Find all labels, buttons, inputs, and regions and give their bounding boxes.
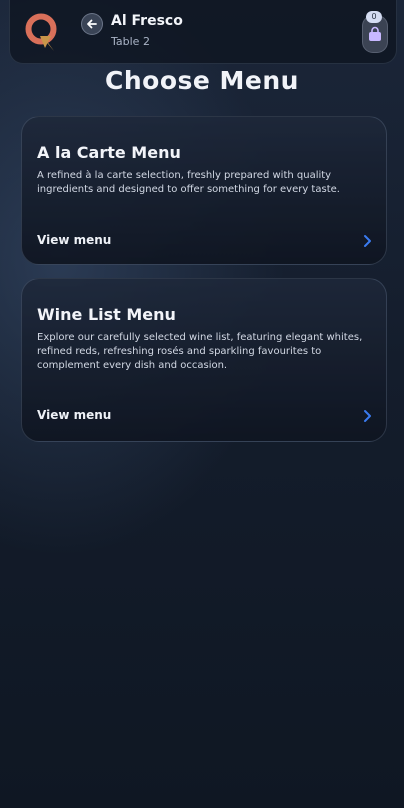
back-button[interactable]	[81, 13, 103, 35]
arrow-left-icon	[87, 19, 97, 29]
view-menu-link[interactable]: View menu	[37, 233, 111, 247]
view-menu-link[interactable]: View menu	[37, 408, 111, 422]
app-header: Al Fresco Table 2	[9, 0, 397, 64]
venue-name: Al Fresco	[111, 13, 183, 29]
shopping-bag-icon	[369, 26, 381, 41]
menu-card-a-la-carte[interactable]: A la Carte Menu A refined à la carte sel…	[21, 116, 387, 265]
menu-card-title: A la Carte Menu	[37, 143, 181, 162]
menu-card-wine-list[interactable]: Wine List Menu Explore our carefully sel…	[21, 278, 387, 442]
q-logo-icon[interactable]	[24, 12, 62, 54]
table-label: Table 2	[111, 35, 150, 48]
chevron-right-icon[interactable]	[362, 409, 372, 423]
menu-card-description: A refined à la carte selection, freshly …	[37, 170, 340, 195]
cart-count-badge: 0	[366, 11, 382, 23]
page-title: Choose Menu	[105, 66, 299, 95]
menu-card-description: Explore our carefully selected wine list…	[37, 332, 363, 371]
chevron-right-icon[interactable]	[362, 234, 372, 248]
menu-card-title: Wine List Menu	[37, 305, 176, 324]
